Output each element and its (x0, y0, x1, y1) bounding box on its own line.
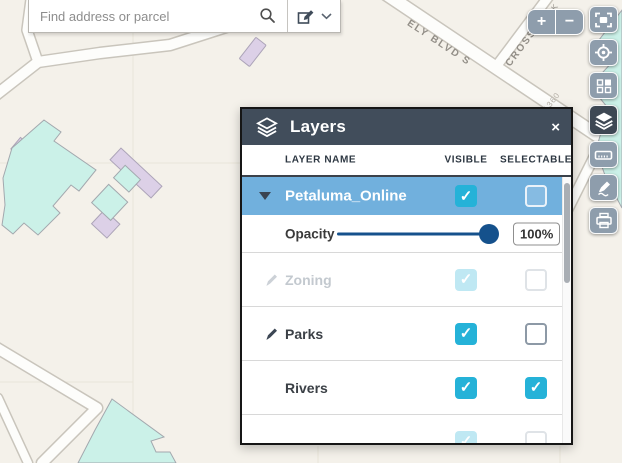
layers-panel-header: Layers × (242, 109, 571, 145)
column-layer-name: LAYER NAME (285, 154, 357, 166)
layer-row-partial (242, 414, 571, 443)
column-header-row: LAYER NAME VISIBLE SELECTABLE (242, 145, 571, 177)
layers-button[interactable] (589, 105, 618, 135)
draw-tool-button[interactable] (288, 0, 340, 32)
measure-button[interactable] (589, 141, 618, 168)
panel-scrollbar-thumb[interactable] (564, 183, 570, 283)
layers-icon (594, 112, 613, 130)
opacity-value[interactable]: 100% (513, 222, 561, 245)
selectable-checkbox[interactable] (525, 322, 547, 345)
visible-checkbox[interactable] (455, 268, 477, 291)
edit-pencil-icon (264, 272, 279, 287)
fullscreen-extent-button[interactable] (589, 6, 618, 33)
visible-checkbox[interactable] (455, 430, 477, 443)
search-button[interactable] (249, 0, 287, 32)
layer-row-rivers: Rivers (242, 360, 571, 414)
print-button[interactable] (589, 207, 618, 234)
measure-ruler-icon (594, 150, 613, 160)
panel-scrollbar-track[interactable] (562, 177, 571, 443)
layer-row-parks: Parks (242, 306, 571, 360)
basemap-grid-icon (596, 78, 611, 93)
address-search-bar (28, 0, 341, 33)
layer-group-row: Petaluma_Online (242, 177, 571, 215)
selectable-checkbox[interactable] (525, 268, 547, 291)
column-visible: VISIBLE (444, 154, 488, 166)
opacity-slider-thumb[interactable] (479, 223, 499, 244)
layer-name: Rivers (285, 379, 328, 396)
selectable-checkbox[interactable] (525, 376, 547, 399)
zoom-in-button[interactable]: + (528, 10, 555, 34)
collapse-triangle-icon[interactable] (259, 192, 271, 200)
search-icon (260, 8, 275, 23)
print-icon (595, 212, 612, 228)
chevron-down-icon (320, 12, 332, 19)
layers-icon (256, 117, 278, 137)
layer-name: Parks (285, 325, 324, 342)
layer-row-zoning: Zoning (242, 252, 571, 306)
map-viewer: { "search": { "placeholder": "Find addre… (0, 0, 622, 463)
column-selectable: SELECTABLE (500, 154, 572, 166)
group-selectable-checkbox[interactable] (525, 185, 547, 207)
opacity-label: Opacity (285, 226, 335, 241)
layers-panel: Layers × LAYER NAME VISIBLE SELECTABLE P… (240, 107, 573, 445)
panel-title: Layers (290, 117, 347, 136)
search-input[interactable] (29, 0, 249, 32)
group-visible-checkbox[interactable] (455, 185, 477, 207)
draw-button[interactable] (589, 174, 618, 201)
visible-checkbox[interactable] (455, 376, 477, 399)
layer-name: Zoning (285, 271, 332, 288)
basemap-button[interactable] (589, 72, 618, 99)
opacity-row: Opacity 100% (242, 215, 571, 252)
draw-pencil-icon (597, 181, 610, 196)
edit-pencil-icon (264, 326, 279, 341)
zoom-control: + − (527, 9, 584, 35)
selectable-checkbox[interactable] (525, 430, 547, 443)
draw-square-pencil-icon (297, 10, 313, 24)
opacity-slider-track[interactable] (337, 232, 495, 235)
locate-button[interactable] (589, 39, 618, 66)
locate-crosshair-icon (595, 44, 612, 61)
fullscreen-extent-icon (595, 12, 612, 27)
map-toolbar (589, 6, 618, 234)
zoom-out-button[interactable]: − (556, 10, 583, 34)
close-icon[interactable]: × (551, 120, 560, 135)
layer-group-name: Petaluma_Online (285, 187, 407, 205)
visible-checkbox[interactable] (455, 322, 477, 345)
